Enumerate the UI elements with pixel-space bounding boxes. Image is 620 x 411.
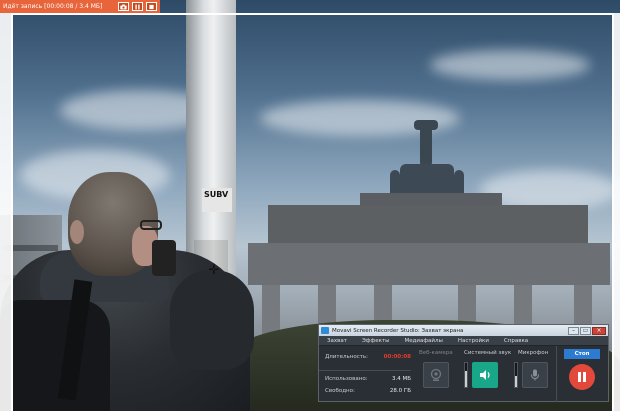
free-value: 28.0 ГБ	[389, 388, 411, 394]
free-label: Свободно:	[325, 388, 355, 394]
webcam-label: Веб-камера	[419, 350, 453, 356]
menu-settings[interactable]: Настройки	[458, 338, 489, 344]
webcam-toggle[interactable]	[423, 362, 449, 388]
pause-recording-button[interactable]	[132, 2, 143, 11]
used-stat: Использовано: 3.4 МБ	[325, 376, 411, 382]
duration-label: Длительность:	[325, 354, 369, 360]
stop-button[interactable]: Стоп	[564, 349, 600, 359]
recording-status: Идёт запись [00:00:08 / 3.4 МБ]	[3, 3, 103, 10]
used-label: Использовано:	[325, 376, 368, 382]
menu-capture[interactable]: Захват	[327, 338, 347, 344]
photographer	[0, 160, 260, 411]
crosshair-cursor-icon: ✛	[208, 263, 220, 278]
system-sound-volume-fill	[465, 371, 467, 387]
system-sound-label: Системный звук	[464, 350, 512, 356]
recorder-content: Длительность: 00:00:08 Использовано: 3.4…	[319, 346, 608, 402]
microphone-volume-slider[interactable]	[514, 362, 518, 388]
controls-divider	[556, 346, 557, 402]
pause-button[interactable]	[569, 364, 595, 390]
menu-effects[interactable]: Эффекты	[362, 338, 390, 344]
menu-bar: Захват Эффекты Медиафайлы Настройки Спра…	[319, 336, 608, 346]
duration-stat: Длительность: 00:00:08	[325, 354, 411, 360]
menu-help[interactable]: Справка	[504, 338, 528, 344]
app-icon	[321, 327, 329, 334]
capture-margin-left	[0, 13, 11, 411]
backpack	[0, 300, 110, 411]
microphone-volume-fill	[515, 376, 517, 387]
webcam-icon	[430, 368, 442, 381]
duration-value: 00:00:08	[383, 354, 411, 360]
screenshot-button[interactable]	[118, 2, 129, 11]
window-title: Movavi Screen Recorder Studio: Захват эк…	[332, 327, 464, 334]
recording-bar: Идёт запись [00:00:08 / 3.4 МБ]	[0, 0, 160, 13]
minimize-button[interactable]: –	[568, 326, 579, 335]
stats-divider	[319, 370, 411, 371]
speaker-icon	[480, 370, 490, 380]
used-value: 3.4 МБ	[391, 376, 411, 382]
maximize-button[interactable]: ▭	[580, 326, 591, 335]
free-stat: Свободно: 28.0 ГБ	[325, 388, 411, 394]
microphone-toggle[interactable]	[522, 362, 548, 388]
cloud	[430, 50, 590, 80]
system-sound-toggle[interactable]	[472, 362, 498, 388]
capture-margin-right	[614, 13, 620, 411]
microphone-icon	[531, 369, 539, 381]
recorder-titlebar[interactable]: Movavi Screen Recorder Studio: Захват эк…	[319, 325, 608, 336]
pause-icon	[578, 372, 586, 382]
pause-icon	[135, 4, 140, 9]
stop-recording-button[interactable]	[146, 2, 157, 11]
microphone-label: Микрофон	[518, 350, 549, 356]
close-button[interactable]: ×	[592, 326, 606, 335]
menu-media[interactable]: Медиафайлы	[404, 338, 442, 344]
camera-icon	[120, 4, 127, 9]
camera	[152, 240, 176, 276]
recorder-window: Movavi Screen Recorder Studio: Захват эк…	[318, 324, 609, 402]
system-sound-volume-slider[interactable]	[464, 362, 468, 388]
stop-icon	[149, 4, 154, 9]
